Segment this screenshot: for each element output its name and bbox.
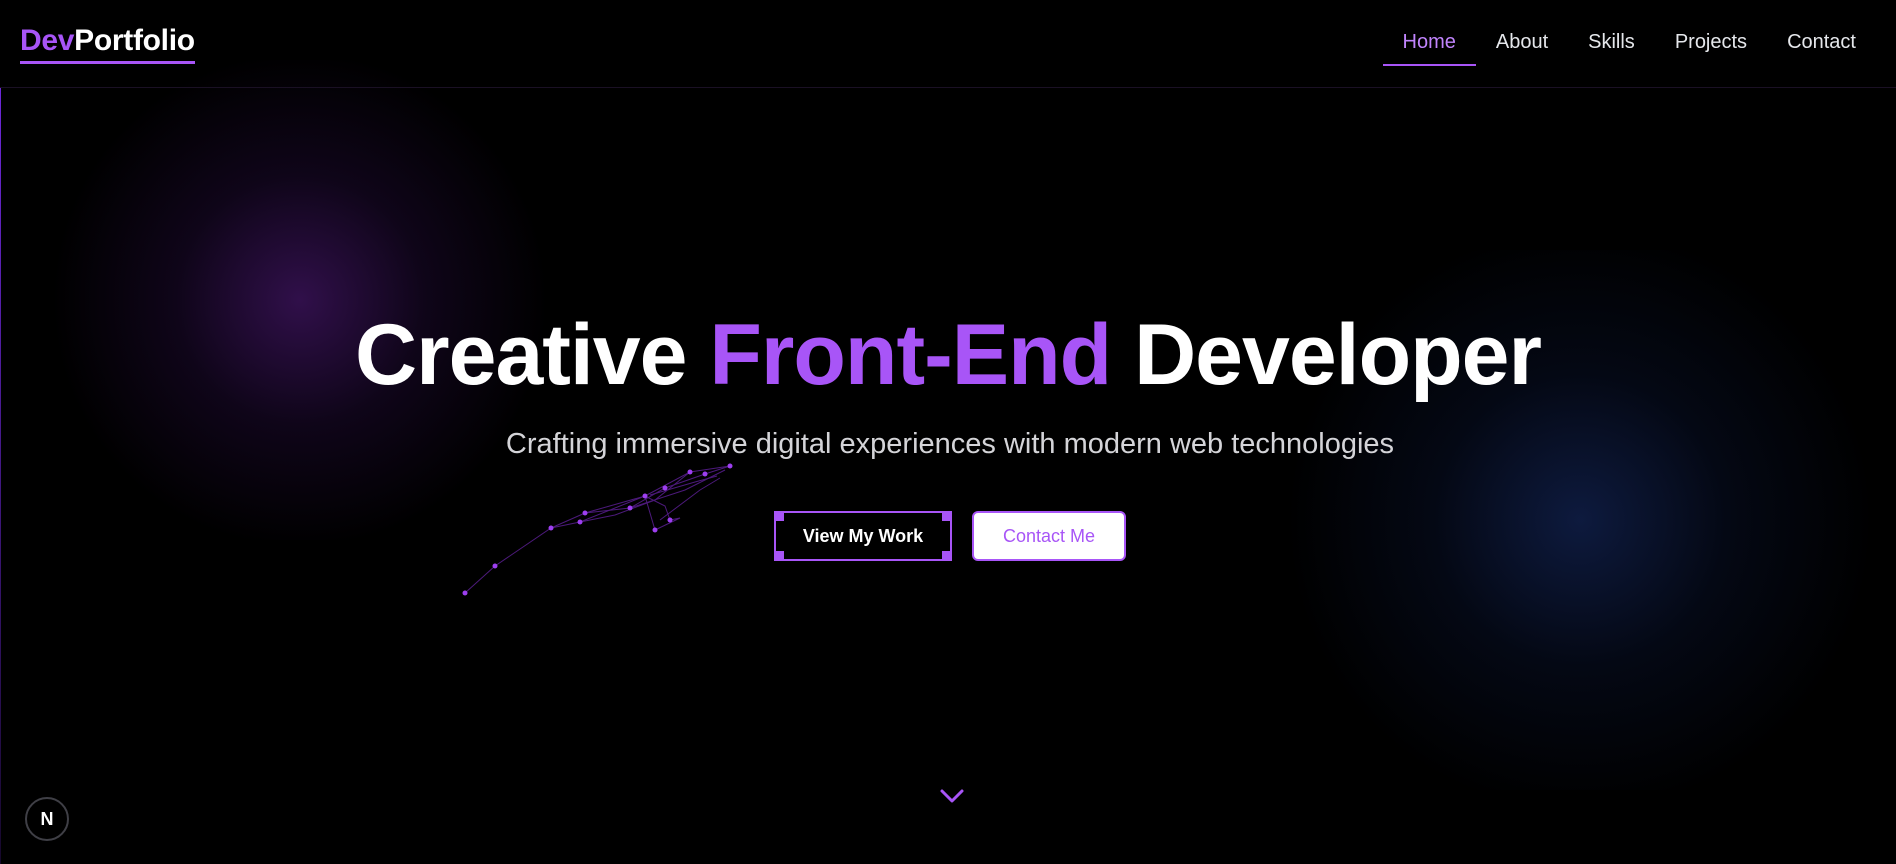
button-corner-decoration (774, 511, 784, 521)
portfolio-page: DevPortfolio Home About Skills Projects … (0, 0, 1896, 864)
nav-link-projects[interactable]: Projects (1655, 22, 1767, 66)
logo-link[interactable]: DevPortfolio (20, 23, 195, 64)
network-node (642, 493, 648, 499)
button-corner-decoration (942, 511, 952, 521)
network-node (627, 505, 633, 511)
nav-link-home[interactable]: Home (1382, 22, 1476, 66)
navbar: DevPortfolio Home About Skills Projects … (0, 0, 1896, 88)
nextjs-badge-icon[interactable]: N (25, 797, 69, 841)
hero-title-accent: Front-End (709, 307, 1112, 403)
network-node (492, 563, 498, 569)
network-node (662, 485, 668, 491)
main-nav: Home About Skills Projects Contact (1382, 22, 1876, 66)
network-node (702, 471, 708, 477)
button-corner-decoration (942, 551, 952, 561)
nextjs-badge-label: N (40, 808, 54, 829)
button-corner-decoration (774, 551, 784, 561)
hero-title: Creative Front-End Developer (0, 300, 1896, 410)
nav-link-skills[interactable]: Skills (1568, 22, 1655, 66)
left-accent-line (0, 88, 1, 864)
nav-link-about[interactable]: About (1476, 22, 1568, 66)
network-node (727, 463, 733, 469)
nav-link-contact[interactable]: Contact (1767, 22, 1876, 66)
logo-portfolio-text: Portfolio (74, 24, 195, 57)
hero-actions: View My Work Contact Me (0, 511, 1896, 561)
hero-title-part1: Creative (355, 307, 687, 403)
network-node (687, 469, 693, 475)
chevron-down-icon[interactable] (938, 786, 966, 806)
view-my-work-label: View My Work (802, 525, 924, 546)
logo-dev-text: Dev (20, 24, 75, 57)
hero-title-part2: Developer (1134, 307, 1542, 403)
contact-me-button[interactable]: Contact Me (972, 511, 1126, 561)
network-node (462, 590, 468, 596)
view-my-work-button[interactable]: View My Work (774, 511, 952, 561)
hero-subtitle: Crafting immersive digital experiences w… (505, 428, 1395, 460)
